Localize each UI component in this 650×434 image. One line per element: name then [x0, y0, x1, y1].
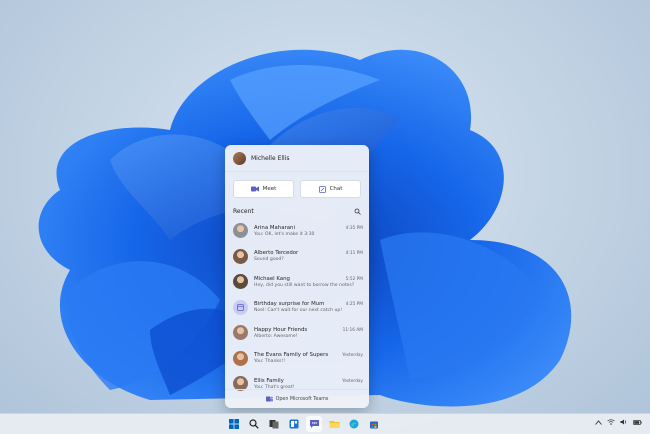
edge-button[interactable]: [346, 416, 362, 432]
meet-label: Meet: [262, 186, 277, 192]
search-button[interactable]: [246, 416, 262, 432]
widgets-icon: [289, 419, 299, 429]
conversation-name: Michael Kang: [254, 275, 290, 282]
conversation-body: Michael Kang 5:52 PM Hey, did you still wa…: [254, 276, 363, 288]
conversation-item[interactable]: Michael Kang 5:52 PM Hey, did you still wa…: [225, 269, 369, 295]
conversation-item[interactable]: The Evans Family of Supers Yesterday You: …: [225, 346, 369, 372]
conversation-body: Happy Hour Friends 11:16 AM Alberto: Aweso…: [254, 327, 363, 339]
battery-icon[interactable]: [633, 419, 642, 425]
compose-icon: [318, 185, 326, 193]
conversation-preview: You: Thanks!!: [254, 359, 286, 365]
conversation-top: The Evans Family of Supers Yesterday: [254, 352, 363, 358]
conversation-preview: Hey, did you still want to borrow the no…: [254, 282, 355, 288]
conversation-avatar: [233, 350, 248, 366]
conversation-top: Happy Hour Friends 11:16 AM: [254, 327, 363, 333]
conversation-body: Alberto Tercedor 4:11 PM Sound good?: [254, 250, 363, 262]
conversation-item[interactable]: Happy Hour Friends 11:16 AM Alberto: Aweso…: [225, 320, 369, 346]
wifi-icon[interactable]: [607, 419, 615, 425]
conversation-time: 11:16 AM: [342, 327, 363, 333]
conversation-item[interactable]: Alberto Tercedor 4:11 PM Sound good?: [225, 244, 369, 270]
open-teams-label: Open Microsoft Teams: [275, 396, 329, 402]
conversation-time: 5:52 PM: [345, 276, 363, 282]
conversation-body: Birthday surprise for Mum 4:25 PM Noel: Ca…: [254, 301, 363, 313]
user-avatar[interactable]: [233, 151, 246, 165]
conversation-name: Happy Hour Friends: [254, 326, 308, 333]
chat-flyout: Michelle Ellis Meet Chat Recent Arina Ma…: [225, 145, 369, 408]
start-button[interactable]: [226, 416, 242, 432]
conversation-name: Arina Maharani: [254, 224, 295, 231]
conversation-item[interactable]: Birthday surprise for Mum 4:25 PM Noel: Ca…: [225, 295, 369, 321]
conversation-item[interactable]: Arina Maharani 4:35 PM You: OK, let's make…: [225, 218, 369, 244]
system-tray: [595, 419, 642, 425]
conversation-name: Ellis Family: [254, 377, 284, 384]
conversation-name: Birthday surprise for Mum: [254, 301, 325, 308]
taskbar-icons: [226, 416, 382, 432]
widgets-button[interactable]: [286, 416, 302, 432]
search-icon: [249, 419, 259, 429]
conversation-body: Ellis Family Yesterday You: That's great!: [254, 378, 363, 390]
open-teams-link[interactable]: Open Microsoft Teams: [225, 389, 369, 408]
volume-icon[interactable]: [620, 419, 628, 425]
store-icon: [370, 421, 378, 429]
conversation-time: 4:11 PM: [345, 251, 363, 257]
chat-taskbar-button[interactable]: [306, 416, 322, 432]
conversation-time: Yesterday: [342, 378, 363, 384]
recent-title: Recent: [233, 208, 254, 215]
conversation-preview: You: OK, let's make it 3:30: [254, 231, 315, 237]
chat-icon: [309, 420, 319, 428]
teams-icon: [265, 396, 273, 402]
conversation-top: Alberto Tercedor 4:11 PM: [254, 250, 363, 256]
task-view-button[interactable]: [266, 416, 282, 432]
conversation-time: 4:35 PM: [345, 225, 363, 231]
conversation-time: 4:25 PM: [345, 302, 363, 308]
conversation-avatar: [233, 325, 248, 341]
store-button[interactable]: [366, 416, 382, 432]
conversation-top: Arina Maharani 4:35 PM: [254, 225, 363, 231]
user-name: Michelle Ellis: [251, 154, 290, 162]
conversation-top: Ellis Family Yesterday: [254, 378, 363, 384]
conversation-preview: Sound good?: [254, 257, 284, 263]
conversation-body: The Evans Family of Supers Yesterday You: …: [254, 352, 363, 364]
calendar-icon: [237, 303, 244, 311]
flyout-header: Michelle Ellis: [225, 145, 369, 172]
conversation-avatar: [233, 299, 248, 315]
windows-icon: [229, 419, 239, 429]
chat-button[interactable]: Chat: [300, 180, 361, 198]
conversation-avatar: [233, 223, 248, 239]
chevron-up-icon[interactable]: [595, 419, 602, 425]
taskbar: [0, 413, 650, 434]
action-buttons: Meet Chat: [225, 172, 369, 204]
file-explorer-button[interactable]: [326, 416, 342, 432]
conversation-preview: Noel: Can't wait for our next catch up!: [254, 308, 343, 314]
recent-header: Recent: [225, 204, 369, 218]
conversation-top: Birthday surprise for Mum 4:25 PM: [254, 301, 363, 307]
conversation-preview: Alberto: Awesome!: [254, 333, 298, 339]
meet-button[interactable]: Meet: [233, 180, 294, 198]
search-icon[interactable]: [354, 208, 361, 215]
conversation-body: Arina Maharani 4:35 PM You: OK, let's make…: [254, 225, 363, 237]
chat-label: Chat: [329, 186, 343, 192]
conversation-name: Alberto Tercedor: [254, 250, 299, 257]
video-camera-icon: [250, 186, 259, 192]
conversation-top: Michael Kang 5:52 PM: [254, 276, 363, 282]
conversation-list: Arina Maharani 4:35 PM You: OK, let's make…: [225, 218, 369, 397]
conversation-avatar: [233, 248, 248, 264]
file-explorer-icon: [329, 421, 339, 428]
conversation-time: Yesterday: [342, 353, 363, 359]
conversation-name: The Evans Family of Supers: [254, 352, 329, 359]
edge-icon: [349, 419, 359, 429]
conversation-avatar: [233, 274, 248, 290]
task-view-icon: [269, 420, 279, 429]
